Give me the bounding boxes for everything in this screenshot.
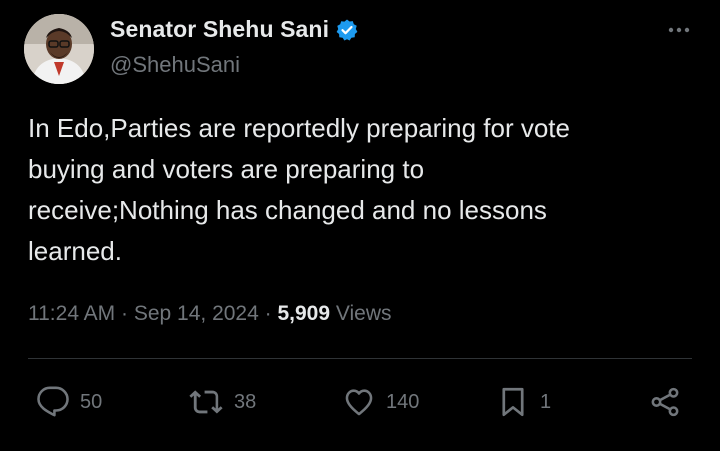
- author-display-name[interactable]: Senator Shehu Sani: [110, 16, 329, 43]
- author-handle[interactable]: @ShehuSani: [110, 52, 240, 78]
- verified-badge-icon: [335, 18, 359, 42]
- views-label-text: Views: [335, 302, 392, 325]
- bookmark-count: 1: [540, 390, 552, 413]
- meta-separator: ·: [258, 302, 278, 325]
- repost-icon: [189, 390, 223, 414]
- heart-icon: [345, 389, 373, 416]
- like-button[interactable]: 140: [342, 380, 419, 424]
- reply-button[interactable]: 50: [36, 380, 102, 424]
- like-count: 140: [386, 390, 420, 413]
- share-icon: [651, 387, 679, 417]
- bookmark-button[interactable]: 1: [496, 380, 551, 424]
- repost-button[interactable]: 38: [188, 380, 256, 424]
- author-avatar[interactable]: [24, 14, 94, 84]
- tweet-time[interactable]: 11:24 AM: [28, 302, 115, 326]
- views-count: 5,909: [277, 302, 331, 325]
- author-name-row: Senator Shehu Sani: [110, 16, 359, 43]
- tweet-meta: 11:24 AM · Sep 14, 2024 · 5,909 Views: [28, 302, 392, 326]
- views-label: Views: [330, 302, 392, 326]
- more-dots-icon[interactable]: [664, 20, 694, 40]
- share-button[interactable]: [648, 380, 682, 424]
- divider: [28, 358, 692, 359]
- bookmark-icon: [502, 387, 524, 417]
- tweet-date[interactable]: Sep 14, 2024: [134, 302, 259, 326]
- avatar-image: [24, 14, 94, 84]
- tweet-text: In Edo,Parties are reportedly preparing …: [28, 113, 570, 266]
- repost-count: 38: [234, 390, 257, 413]
- reply-count: 50: [80, 390, 103, 413]
- meta-separator: ·: [115, 302, 134, 325]
- reply-icon: [37, 386, 69, 417]
- action-bar: 50 38 140 1: [0, 380, 720, 424]
